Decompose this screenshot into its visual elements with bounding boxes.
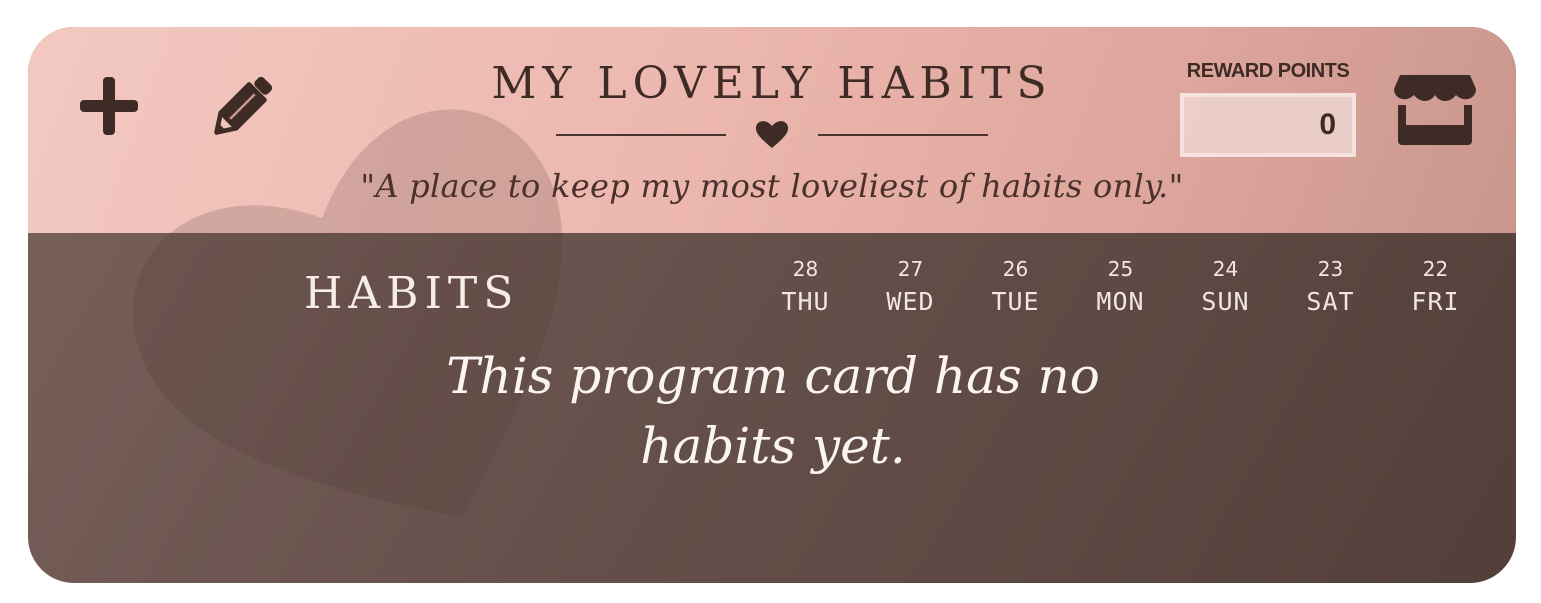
day-name: THU — [781, 287, 830, 316]
reward-points-label: REWARD POINTS — [1186, 60, 1350, 82]
day-column-sat: 23 SAT — [1278, 253, 1383, 319]
day-column-fri: 22 FRI — [1383, 253, 1488, 319]
day-number: 22 — [1422, 257, 1449, 281]
day-name: FRI — [1411, 287, 1460, 316]
day-number: 23 — [1317, 257, 1344, 281]
title-divider — [556, 119, 988, 149]
program-card: MY LOVELY HABITS "A place to keep my mos… — [28, 27, 1516, 583]
day-name: SUN — [1201, 287, 1250, 316]
day-name: MON — [1096, 287, 1145, 316]
day-column-tue: 26 TUE — [963, 253, 1068, 319]
day-name: WED — [886, 287, 935, 316]
page-subtitle: "A place to keep my most loveliest of ha… — [360, 167, 1184, 205]
storefront-icon — [1394, 75, 1476, 145]
day-column-thu: 28 THU — [753, 253, 858, 319]
day-name: SAT — [1306, 287, 1355, 316]
add-habit-button[interactable] — [76, 73, 142, 139]
day-column-mon: 25 MON — [1068, 253, 1173, 319]
day-number: 24 — [1212, 257, 1239, 281]
divider-line-left — [556, 134, 726, 136]
day-columns: 28 THU 27 WED 26 TUE 25 MON 24 SUN 23 SA… — [753, 253, 1488, 323]
reward-points-value: 0 — [1180, 93, 1356, 157]
plus-icon — [80, 77, 138, 135]
habits-heading: HABITS — [304, 268, 520, 319]
divider-line-right — [818, 134, 988, 136]
day-name: TUE — [991, 287, 1040, 316]
day-number: 27 — [897, 257, 924, 281]
pencil-icon — [214, 76, 273, 135]
edit-button[interactable] — [206, 71, 278, 143]
day-number: 25 — [1107, 257, 1134, 281]
empty-habits-message: This program card has no habits yet. — [446, 347, 1100, 475]
heart-icon — [755, 121, 789, 148]
day-column-sun: 24 SUN — [1173, 253, 1278, 319]
store-button[interactable] — [1392, 71, 1478, 145]
day-number: 28 — [792, 257, 819, 281]
page-title: MY LOVELY HABITS — [491, 58, 1053, 109]
day-column-wed: 27 WED — [858, 253, 963, 319]
day-number: 26 — [1002, 257, 1029, 281]
